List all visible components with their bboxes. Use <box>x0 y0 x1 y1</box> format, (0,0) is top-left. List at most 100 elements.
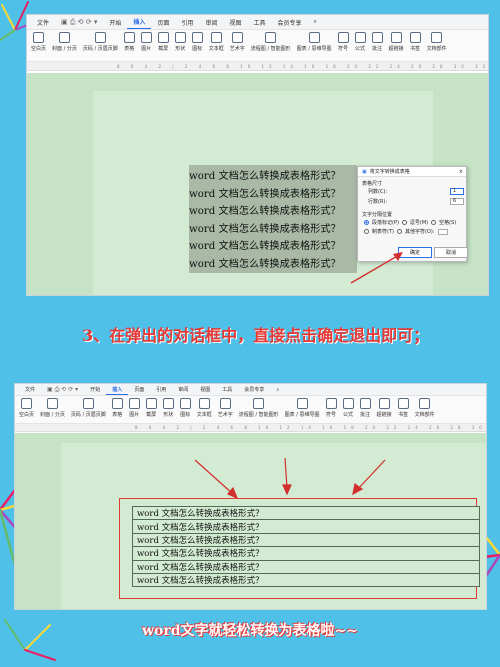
option-label: 其他字符(O): <box>404 229 435 235</box>
ribbon-button[interactable]: 封面 / 分页 <box>52 32 77 52</box>
radio-other[interactable] <box>396 229 402 234</box>
tab-review[interactable]: 审阅 <box>172 384 194 395</box>
ribbon-button[interactable]: 封面 / 分页 <box>40 398 65 418</box>
ribbon-button[interactable]: 艺术字 <box>230 32 245 52</box>
ribbon-button-label: 超链接 <box>376 412 392 418</box>
ribbon-button[interactable]: 超链接 <box>377 398 392 418</box>
ribbon-button[interactable]: 批注 <box>371 32 383 52</box>
ribbon-button[interactable]: 页码 / 页眉页脚 <box>83 32 118 52</box>
radio-tab[interactable] <box>364 229 369 234</box>
columns-stepper[interactable]: 1 <box>450 188 464 195</box>
table-row: word 文档怎么转换成表格形式？ <box>132 532 480 548</box>
radio-comma[interactable] <box>401 220 407 225</box>
ribbon-button[interactable]: 页码 / 页眉页脚 <box>71 398 106 418</box>
ribbon-button[interactable]: 公式 <box>354 32 366 52</box>
table-cell[interactable]: word 文档怎么转换成表格形式？ <box>132 546 480 561</box>
ribbon-button[interactable]: 超链接 <box>389 32 404 52</box>
ribbon-button[interactable]: 流程图 / 智能图形 <box>239 398 279 418</box>
tab-tools[interactable]: 工具 <box>216 384 238 395</box>
table-cell[interactable]: word 文档怎么转换成表格形式？ <box>132 505 480 521</box>
ribbon-button[interactable]: 表格 <box>123 32 135 52</box>
ribbon-button[interactable]: 符号 <box>325 398 337 418</box>
radio-space[interactable] <box>431 220 437 225</box>
blank-page-icon <box>21 398 32 409</box>
search-icon[interactable]: ⌕ <box>308 15 323 29</box>
ribbon-button[interactable]: 书签 <box>409 32 421 52</box>
option-label: 段落标记(P) <box>372 220 399 226</box>
table-cell[interactable]: word 文档怎么转换成表格形式？ <box>132 532 480 548</box>
screenshot-icon <box>145 398 157 409</box>
dialog-titlebar: ▣ 将文字转换成表格 × <box>358 167 466 177</box>
tab-home[interactable]: 开始 <box>84 384 106 395</box>
ribbon-button[interactable]: 图片 <box>128 398 140 418</box>
tab-member[interactable]: 会员专享 <box>238 384 270 395</box>
ribbon-button[interactable]: 文本框 <box>209 32 224 52</box>
ribbon-button-label: 超链接 <box>388 46 404 52</box>
ribbon-button[interactable]: 文档部件 <box>415 398 435 418</box>
quick-access-icons[interactable]: ▣ ⎙ ⟲ ⟳ ▾ <box>61 18 97 27</box>
page-number-icon <box>94 32 106 43</box>
file-menu[interactable]: 文件 <box>31 15 55 29</box>
tab-view[interactable]: 视图 <box>194 384 216 395</box>
tab-review[interactable]: 审阅 <box>199 15 223 29</box>
ribbon-button[interactable]: 流程图 / 智能图形 <box>251 32 291 52</box>
menu-bar: 文件 ▣ ⎙ ⟲ ⟳ ▾ 开始 插入 页面 引用 审阅 视图 工具 会员专享 ⌕ <box>27 15 488 30</box>
search-icon[interactable]: ⌕ <box>270 384 285 395</box>
tab-insert[interactable]: 插入 <box>106 384 129 395</box>
ribbon-button[interactable]: 截屏 <box>157 32 169 52</box>
table-cell[interactable]: word 文档怎么转换成表格形式？ <box>132 519 480 534</box>
table-cell[interactable]: word 文档怎么转换成表格形式？ <box>132 572 480 588</box>
tab-insert[interactable]: 插入 <box>127 15 152 29</box>
ribbon-button[interactable]: 图片 <box>140 32 152 52</box>
flowchart-icon <box>253 398 265 409</box>
ribbon-button[interactable]: 文档部件 <box>427 32 447 52</box>
ribbon-button[interactable]: 空白页 <box>19 398 34 418</box>
tab-view[interactable]: 视图 <box>223 15 247 29</box>
table-cell[interactable]: word 文档怎么转换成表格形式？ <box>132 559 480 574</box>
ribbon-button[interactable]: 书签 <box>397 398 409 418</box>
radio-paragraph[interactable] <box>364 220 369 225</box>
tab-member[interactable]: 会员专享 <box>271 15 307 29</box>
ribbon-button[interactable]: 图标 <box>191 32 203 52</box>
text-line: word 文档怎么转换成表格形式？ <box>189 223 341 235</box>
ribbon-toolbar: 空白页 封面 / 分页 页码 / 页眉页脚 表格 图片 截屏 形状 图标 文本框 艺术字 流程图 /… <box>15 396 486 424</box>
ribbon-button[interactable]: 文本框 <box>197 398 212 418</box>
picture-icon <box>140 32 152 43</box>
tab-tools[interactable]: 工具 <box>247 15 271 29</box>
wordart-icon <box>219 398 231 409</box>
tab-page[interactable]: 页面 <box>151 15 175 29</box>
cancel-button[interactable]: 取消 <box>434 247 468 258</box>
tab-home[interactable]: 开始 <box>103 15 127 29</box>
ribbon-button[interactable]: 空白页 <box>31 32 46 52</box>
step-caption: 3、在弹出的对话框中，直接点击确定退出即可； <box>82 326 430 345</box>
ribbon-button[interactable]: 符号 <box>337 32 349 52</box>
ribbon-button[interactable]: 艺术字 <box>218 398 233 418</box>
ribbon-button-label: 图表 / 思维导图 <box>284 412 320 418</box>
text-lines: word 文档怎么转换成表格形式？ word 文档怎么转换成表格形式？ word… <box>189 168 341 274</box>
close-icon[interactable]: × <box>459 169 463 175</box>
ribbon-button[interactable]: 表格 <box>111 398 123 418</box>
doc-parts-icon <box>419 398 431 409</box>
text-line: word 文档怎么转换成表格形式？ <box>189 258 341 270</box>
quick-access-icons[interactable]: ▣ ⎙ ⟲ ⟳ ▾ <box>47 386 78 394</box>
ribbon-button-label: 形状 <box>175 46 186 52</box>
ribbon-button[interactable]: 图标 <box>179 398 191 418</box>
option-label: 逗号(M) <box>409 220 429 226</box>
page-number-icon <box>82 398 94 409</box>
ribbon-button[interactable]: 公式 <box>342 398 354 418</box>
file-menu[interactable]: 文件 <box>19 384 41 395</box>
formula-icon <box>354 32 366 43</box>
tab-references[interactable]: 引用 <box>150 384 172 395</box>
rows-stepper[interactable]: 6 <box>450 198 464 205</box>
shape-icon <box>162 398 174 409</box>
ribbon-button[interactable]: 形状 <box>174 32 186 52</box>
ribbon-button[interactable]: 形状 <box>162 398 174 418</box>
tab-page[interactable]: 页面 <box>128 384 150 395</box>
symbol-icon <box>325 398 337 409</box>
ribbon-button[interactable]: 截屏 <box>145 398 157 418</box>
other-char-input[interactable] <box>437 228 448 235</box>
tab-references[interactable]: 引用 <box>175 15 199 29</box>
ribbon-button[interactable]: 图表 / 思维导图 <box>285 398 320 418</box>
ribbon-button[interactable]: 图表 / 思维导图 <box>297 32 332 52</box>
ribbon-button[interactable]: 批注 <box>359 398 371 418</box>
